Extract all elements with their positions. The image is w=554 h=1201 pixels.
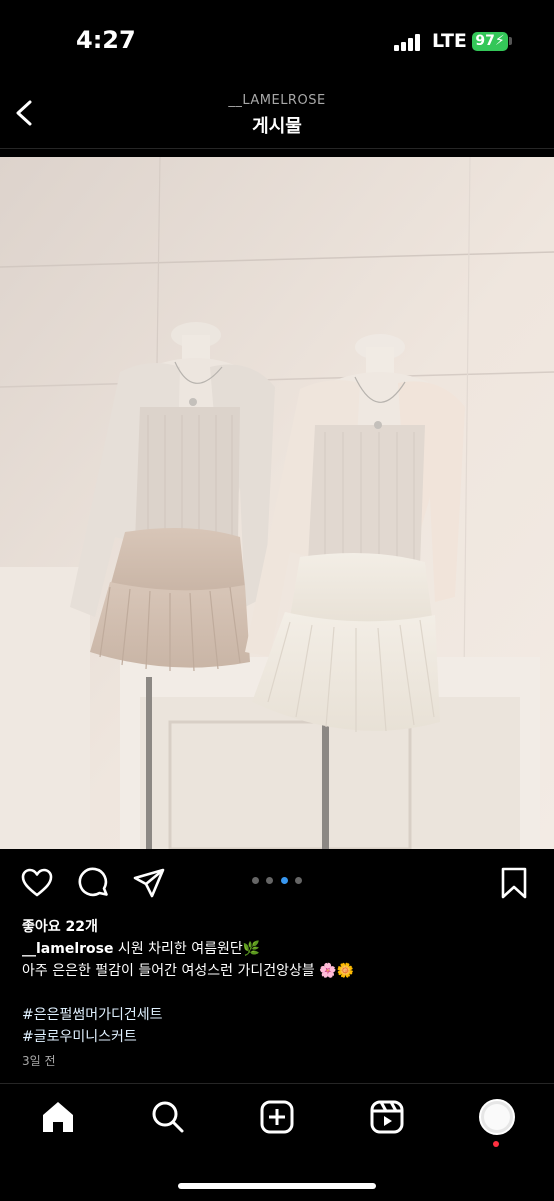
status-time: 4:27	[76, 26, 136, 54]
carousel-dot	[252, 877, 259, 884]
create-icon[interactable]	[259, 1099, 295, 1135]
comment-icon[interactable]	[77, 866, 111, 900]
heart-icon[interactable]	[20, 866, 54, 900]
caption-text-2: 아주 은은한 펄감이 들어간 여성스런 가디건앙상블 🌸🌼	[22, 963, 355, 979]
mannequins-photo	[0, 157, 554, 849]
post-time: 3일 전	[22, 1054, 56, 1068]
share-icon[interactable]	[132, 866, 166, 900]
page-title: 게시물	[252, 116, 302, 137]
account-name[interactable]: __LAMELROSE	[0, 93, 554, 108]
profile-icon[interactable]	[479, 1099, 515, 1135]
search-icon[interactable]	[150, 1099, 186, 1135]
battery-cap	[509, 37, 512, 45]
status-bar: 4:27 LTE 97⚡	[0, 0, 554, 80]
caption-line: __lamelrose 시원 차리한 여름원단🌿	[22, 938, 532, 960]
carousel-dot	[295, 877, 302, 884]
reels-icon[interactable]	[369, 1099, 405, 1135]
hashtag-link[interactable]: #은은펄썸머가디건세트	[22, 1004, 532, 1026]
signal-icon	[394, 33, 424, 51]
notification-dot	[493, 1141, 499, 1147]
home-indicator[interactable]	[178, 1183, 376, 1189]
home-icon[interactable]	[40, 1099, 76, 1135]
caption-username[interactable]: __lamelrose	[22, 941, 113, 957]
hashtag-link[interactable]: #글로우미니스커트	[22, 1026, 532, 1048]
carousel-dot	[266, 877, 273, 884]
avatar	[484, 1104, 510, 1130]
post-header: __LAMELROSE 게시물	[0, 80, 554, 149]
caption-text: 시원 차리한 여름원단🌿	[113, 941, 261, 957]
post-image[interactable]	[0, 157, 554, 849]
battery-icon: 97⚡	[472, 32, 508, 51]
network-label: LTE	[432, 30, 467, 52]
likes-count[interactable]: 좋아요 22개	[22, 916, 532, 938]
carousel-dot-active	[281, 877, 288, 884]
post-actions	[0, 860, 554, 904]
bottom-tab-bar	[0, 1083, 554, 1201]
battery-level: 97	[475, 33, 495, 49]
bookmark-icon[interactable]	[497, 866, 531, 900]
post-caption: 좋아요 22개 __lamelrose 시원 차리한 여름원단🌿 아주 은은한 …	[22, 916, 532, 1072]
